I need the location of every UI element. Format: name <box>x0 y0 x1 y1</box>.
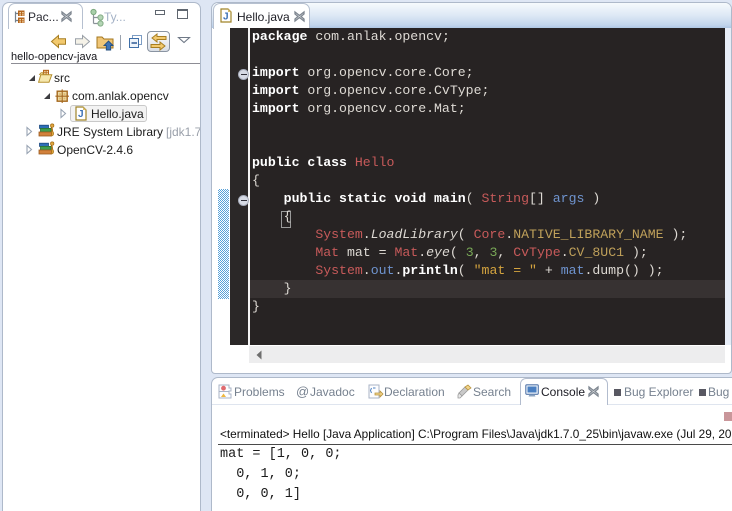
svg-text:J: J <box>223 12 229 23</box>
svg-text:J: J <box>78 109 84 120</box>
